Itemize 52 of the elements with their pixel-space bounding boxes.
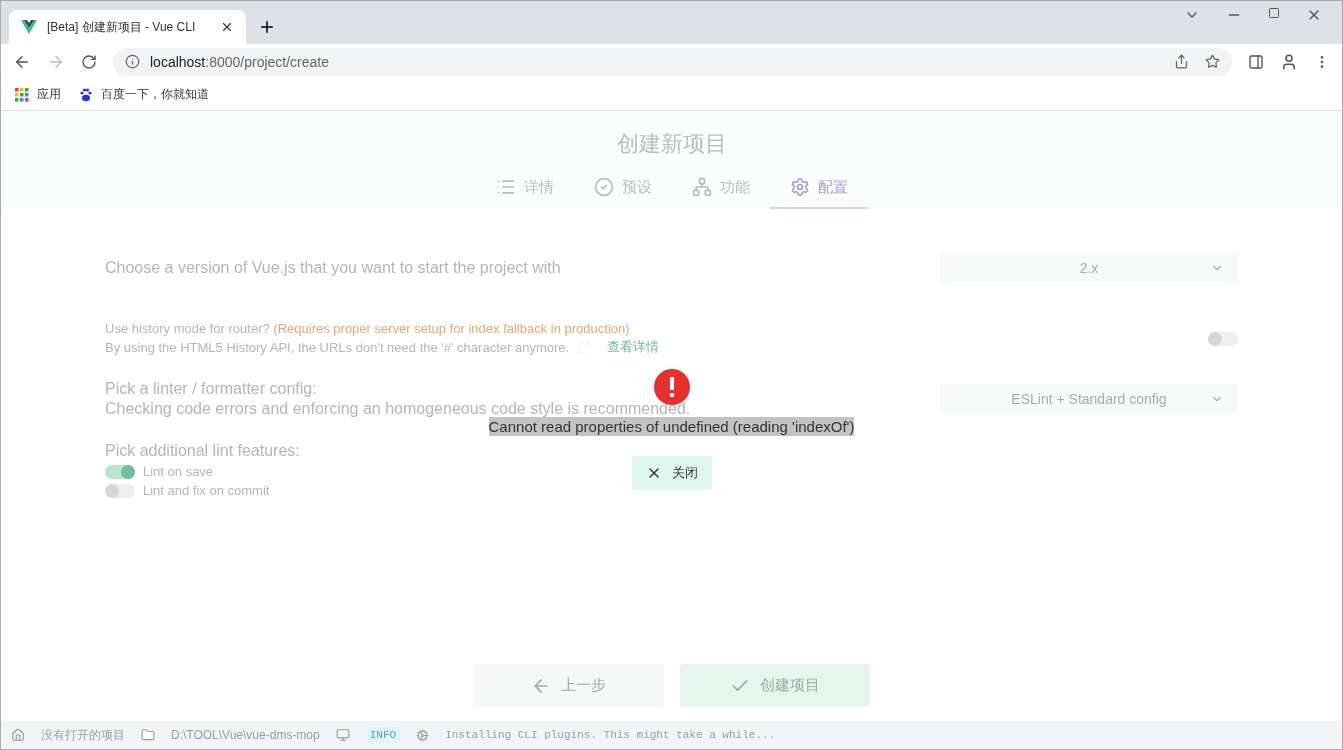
paw-icon — [79, 87, 93, 102]
prompt-title: Pick a linter / formatter config: — [105, 380, 318, 398]
side-panel-icon[interactable] — [1248, 53, 1264, 70]
project-status[interactable]: 没有打开的项目 — [41, 726, 125, 744]
star-icon[interactable] — [1205, 54, 1220, 69]
reload-icon[interactable] — [81, 53, 97, 70]
path-text[interactable]: D:\TOOL\Vue\vue-dms-mop — [171, 728, 320, 742]
select-field[interactable]: ESLint + Standard config — [940, 384, 1238, 414]
toggle-switch[interactable] — [105, 483, 135, 498]
details-link[interactable]: 查看详情 — [607, 338, 660, 356]
log-message: Installing CLI plugins. This might take a while... — [445, 729, 776, 741]
browser-tab[interactable]: [Beta] 创建新项目 - Vue CLI — [9, 10, 246, 44]
console-icon — [335, 728, 350, 742]
prompt-title: Use history mode for router? (Requires proper server setup for index fallback in production) — [105, 321, 631, 336]
back-button[interactable]: 上一步 — [473, 664, 664, 707]
prompt-description: By using the HTML5 History API, the URLs don't need the '#' character anymore. — [105, 339, 570, 355]
close-icon[interactable] — [220, 20, 234, 34]
log-badge: INFO — [365, 727, 401, 743]
address-bar[interactable]: localhost:8000/project/create — [113, 47, 1232, 76]
gear-icon — [416, 728, 430, 742]
step-icon — [691, 177, 712, 197]
toggle-switch[interactable] — [105, 464, 135, 479]
profile-icon[interactable] — [1280, 52, 1298, 71]
step-icon — [789, 177, 810, 197]
step-icon — [495, 177, 516, 197]
prompt-description: Checking code errors and enforcing an homogeneous code style is recommended. — [105, 400, 691, 418]
close-button[interactable]: 关闭 — [631, 456, 712, 490]
info-icon — [125, 54, 140, 69]
new-tab-icon[interactable] — [258, 18, 276, 36]
folder-icon — [141, 728, 155, 742]
apps-grid-icon — [15, 87, 29, 102]
error-message: Cannot read properties of undefined (reading 'indexOf') — [488, 417, 855, 436]
create-button[interactable]: 创建项目 — [679, 664, 870, 707]
prompt-title: Choose a version of Vue.js that you want to start the project with — [105, 259, 561, 277]
url-text: localhost:8000/project/create — [150, 53, 329, 70]
bookmark[interactable]: 应用 — [15, 86, 61, 103]
step-icon — [593, 177, 614, 197]
prompt-title: Pick additional lint features: — [105, 442, 301, 460]
option-label: Lint on save — [143, 464, 214, 479]
maximize-icon[interactable] — [1268, 7, 1280, 19]
toggle-switch[interactable] — [1208, 331, 1238, 346]
share-icon[interactable] — [1174, 54, 1189, 69]
bookmark[interactable]: 百度一下，你就知道 — [79, 86, 209, 103]
step-tab[interactable]: 详情 — [475, 177, 574, 209]
option-label: Lint and fix on commit — [143, 483, 270, 498]
tab-title: [Beta] 创建新项目 - Vue CLI — [47, 18, 197, 36]
step-tab[interactable]: 功能 — [671, 177, 770, 209]
step-tab[interactable]: 预设 — [573, 177, 672, 209]
select-field[interactable]: 2.x — [940, 253, 1238, 283]
vue-logo-icon — [21, 20, 37, 34]
step-tab[interactable]: 配置 — [769, 177, 868, 209]
page-title: 创建新项目 — [616, 130, 727, 158]
